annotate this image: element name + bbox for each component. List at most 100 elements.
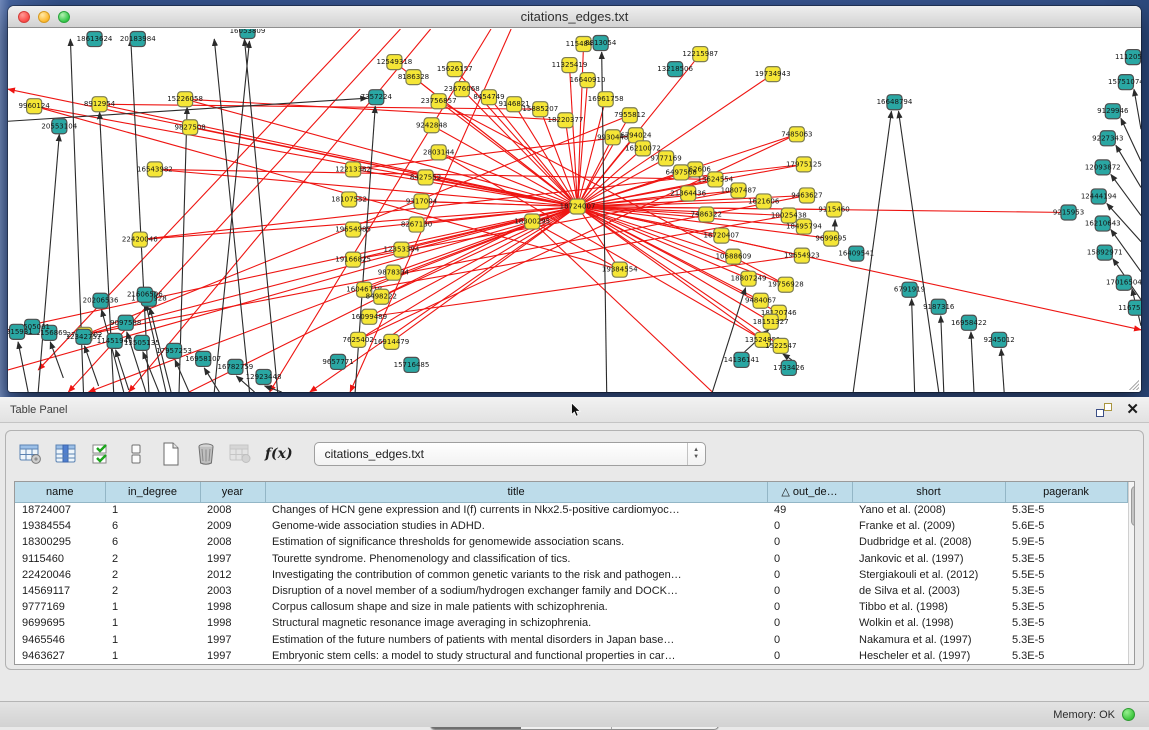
network-node[interactable]: 21364436 [670, 186, 706, 201]
table-cell[interactable]: Disruption of a novel member of a sodium… [265, 583, 767, 599]
column-header[interactable]: name [15, 482, 105, 502]
network-node[interactable]: 18807249 [731, 271, 767, 286]
network-node[interactable]: 16958107 [185, 351, 221, 366]
table-cell[interactable]: 6 [105, 518, 200, 534]
network-node[interactable]: 7955812 [614, 108, 645, 123]
select-columns-icon[interactable] [88, 441, 114, 467]
table-cell[interactable]: 0 [767, 534, 852, 550]
table-cell[interactable]: 2 [105, 567, 200, 583]
table-cell[interactable]: Corpus callosum shape and size in male p… [265, 599, 767, 615]
table-cell[interactable]: 5.3E-5 [1005, 551, 1127, 567]
window-titlebar[interactable]: citations_edges.txt [8, 6, 1141, 28]
network-node[interactable]: 16961758 [588, 92, 624, 107]
table-cell[interactable]: 2003 [200, 583, 265, 599]
network-node[interactable]: 22420046 [122, 232, 158, 247]
network-node[interactable]: 16640910 [570, 73, 606, 88]
table-cell[interactable]: 1997 [200, 551, 265, 567]
node-table-grid[interactable]: namein_degreeyeartitle△ out_de…shortpage… [15, 482, 1128, 664]
network-node[interactable]: 12215987 [682, 47, 718, 62]
scrollbar-thumb[interactable] [1131, 486, 1136, 526]
row-height-icon[interactable] [123, 441, 149, 467]
network-node[interactable]: 10688609 [716, 249, 752, 264]
network-node[interactable]: 9242848 [416, 118, 447, 133]
network-node[interactable]: 1733426 [773, 360, 805, 375]
network-node[interactable]: 8912954 [84, 97, 116, 112]
table-cell[interactable]: 2012 [200, 567, 265, 583]
table-cell[interactable]: 5.3E-5 [1005, 599, 1127, 615]
network-node[interactable]: 16648794 [877, 95, 913, 110]
table-row[interactable]: 1830029562008Estimation of significance … [15, 534, 1127, 550]
network-node[interactable]: 16409541 [838, 246, 874, 261]
network-node[interactable]: 12549318 [376, 55, 412, 70]
network-canvas[interactable]: 1872400718300295193845542803144842755293… [8, 29, 1141, 392]
table-cell[interactable]: Wolkin et al. (1998) [852, 615, 1005, 631]
network-node[interactable]: 9699695 [815, 231, 846, 246]
delete-table-icon[interactable] [193, 441, 219, 467]
table-cell[interactable]: 0 [767, 632, 852, 648]
column-header[interactable]: year [200, 482, 265, 502]
table-cell[interactable]: 5.3E-5 [1005, 502, 1127, 518]
network-node[interactable]: 16210643 [1085, 216, 1121, 231]
network-node[interactable]: 8267130 [401, 217, 432, 232]
network-node[interactable]: 11325419 [552, 58, 588, 73]
column-header[interactable]: in_degree [105, 482, 200, 502]
table-cell[interactable]: Estimation of significance thresholds fo… [265, 534, 767, 550]
table-row[interactable]: 977716911998Corpus callosum shape and si… [15, 599, 1127, 615]
network-node[interactable]: 19756928 [768, 277, 804, 292]
table-cell[interactable]: 5.9E-5 [1005, 534, 1127, 550]
network-node[interactable]: 9215953 [1053, 205, 1084, 220]
window-resize-grip[interactable] [1127, 378, 1139, 390]
column-header[interactable]: short [852, 482, 1005, 502]
table-cell[interactable]: 2009 [200, 518, 265, 534]
network-node[interactable]: 7357224 [361, 90, 393, 105]
table-cell[interactable]: 19384554 [15, 518, 105, 534]
zoom-window-icon[interactable] [58, 11, 70, 23]
table-row[interactable]: 2242004622012Investigating the contribut… [15, 567, 1127, 583]
table-vertical-scrollbar[interactable] [1128, 482, 1136, 664]
network-node[interactable]: 7625402 [343, 332, 374, 347]
table-cell[interactable]: 6 [105, 534, 200, 550]
table-cell[interactable]: Franke et al. (2009) [852, 518, 1005, 534]
network-node[interactable]: 12444194 [1081, 189, 1117, 204]
network-node[interactable]: 9115460 [818, 202, 849, 217]
memory-ok-indicator[interactable] [1122, 708, 1135, 721]
table-cell[interactable]: Structural magnetic resonance image aver… [265, 615, 767, 631]
network-node[interactable]: 8186328 [398, 70, 429, 85]
network-node[interactable]: 13505135 [124, 335, 160, 350]
table-cell[interactable]: 9777169 [15, 599, 105, 615]
table-cell[interactable]: 1 [105, 632, 200, 648]
table-cell[interactable]: 5.3E-5 [1005, 632, 1127, 648]
column-header[interactable]: pagerank [1005, 482, 1127, 502]
table-cell[interactable]: 0 [767, 615, 852, 631]
table-cell[interactable]: 18724007 [15, 502, 105, 518]
network-node[interactable]: 6791919 [894, 282, 925, 297]
table-column-icon[interactable] [53, 441, 79, 467]
network-node[interactable]: 18495794 [786, 219, 822, 234]
table-row[interactable]: 1872400712008Changes of HCN gene express… [15, 502, 1127, 518]
table-cell[interactable]: 1 [105, 648, 200, 664]
table-cell[interactable]: Yano et al. (2008) [852, 502, 1005, 518]
table-cell[interactable]: 5.3E-5 [1005, 615, 1127, 631]
table-cell[interactable]: Embryonic stem cells: a model to study s… [265, 648, 767, 664]
network-node[interactable]: 9227343 [1092, 131, 1123, 146]
table-cell[interactable]: Dudbridge et al. (2008) [852, 534, 1005, 550]
table-cell[interactable]: 1998 [200, 599, 265, 615]
network-node[interactable]: 15892971 [1087, 245, 1123, 260]
network-node[interactable]: 16914479 [373, 334, 409, 349]
new-table-icon[interactable] [158, 441, 184, 467]
table-cell[interactable]: Investigating the contribution of common… [265, 567, 767, 583]
network-node[interactable]: 9960124 [19, 99, 51, 114]
table-cell[interactable]: 0 [767, 567, 852, 583]
network-node[interactable]: 16543982 [137, 162, 173, 177]
table-row[interactable]: 1456911722003Disruption of a novel membe… [15, 583, 1127, 599]
table-cell[interactable]: Genome-wide association studies in ADHD. [265, 518, 767, 534]
network-node[interactable]: 17016504 [1106, 275, 1141, 290]
network-node[interactable]: 15226058 [167, 92, 203, 107]
network-node[interactable]: 20206536 [83, 293, 119, 308]
table-row[interactable]: 946554611997Estimation of the future num… [15, 632, 1127, 648]
table-cell[interactable]: Jankovic et al. (1997) [852, 551, 1005, 567]
network-node[interactable]: 19166825 [335, 252, 371, 267]
minimize-window-icon[interactable] [38, 11, 50, 23]
table-cell[interactable]: 1 [105, 615, 200, 631]
network-node[interactable]: 9484067 [745, 293, 776, 308]
